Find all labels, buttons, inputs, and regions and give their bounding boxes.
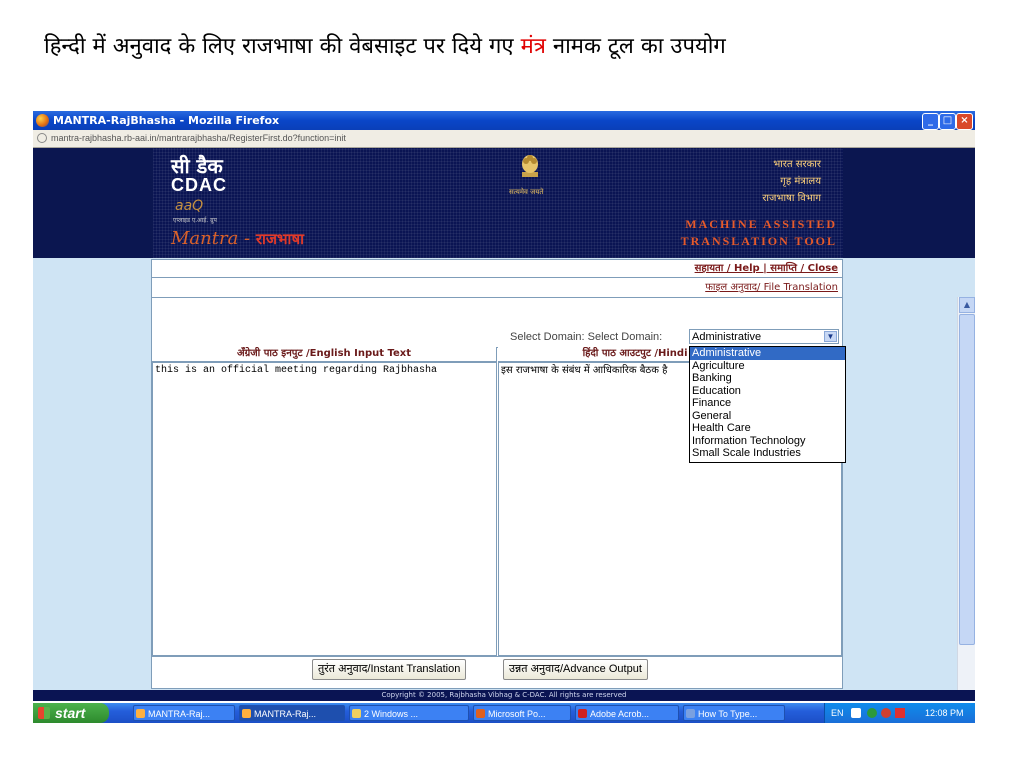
windows-flag-icon [38,707,50,719]
taskbar-item-label: MANTRA-Raj... [254,709,317,719]
advance-output-button[interactable]: उन्नत अनुवाद/Advance Output [503,659,648,680]
clock: 12:08 PM [925,708,964,718]
page-scrollbar[interactable]: ▲ ▼ [957,297,975,690]
emblem-caption: सत्यमेव जयते [509,188,544,196]
maximize-button[interactable]: □ [939,113,956,130]
close-button[interactable]: × [956,113,973,130]
window-title: MANTRA-RajBhasha - Mozilla Firefox [53,114,280,127]
banner-inner: सी डैक CDAC aaQ एप्लाइड ए.आई. ग्रुप सत्य… [153,148,843,258]
help-close-links[interactable]: सहायता / Help | समाप्ति / Close [695,263,838,274]
tagline-line-2: TRANSLATION TOOL [680,234,837,248]
window-titlebar[interactable]: MANTRA-RajBhasha - Mozilla Firefox _ □ × [33,111,975,130]
gov-line-3: राजभाषा विभाग [762,193,821,204]
file-translation-row: फाइल अनुवाद/ File Translation [152,279,842,298]
instant-translation-button[interactable]: तुरंत अनुवाद/Instant Translation [312,659,467,680]
document-icon [686,709,695,718]
nav-links-row: सहायता / Help | समाप्ति / Close [152,260,842,278]
mantra-logo: Mantra - राजभाषा [171,228,304,249]
domain-option[interactable]: Administrative [690,347,845,360]
taskbar-item-label: Microsoft Po... [488,709,546,719]
taskbar-item[interactable]: MANTRA-Raj... [133,705,235,721]
translation-panel: सहायता / Help | समाप्ति / Close फाइल अनु… [151,259,843,689]
domain-label: Select Domain: Select Domain: [510,331,663,343]
chevron-down-icon[interactable]: ▼ [824,331,837,342]
scroll-up-icon[interactable]: ▲ [959,297,975,313]
file-translation-link[interactable]: फाइल अनुवाद/ File Translation [705,282,842,293]
domain-dropdown-list[interactable]: Administrative Agriculture Banking Educa… [689,346,846,463]
slide-title: हिन्दी में अनुवाद के लिए राजभाषा की वेबस… [44,34,944,60]
taskbar-item[interactable]: Adobe Acrob... [575,705,679,721]
gov-line-1: भारत सरकार [773,159,821,170]
url-text[interactable]: mantra-rajbhasha.rb-aai.in/mantrarajbhas… [51,130,346,147]
taskbar-item[interactable]: 2 Windows ... [349,705,469,721]
help-icon[interactable] [851,708,861,718]
domain-row: Select Domain: Select Domain: Administra… [152,299,842,348]
input-header: अँग्रेजी पाठ इनपुट /English Input Text [152,347,497,362]
mantra-logo-hindi: राजभाषा [255,230,304,248]
globe-icon [37,133,47,143]
domain-option[interactable]: Small Scale Industries [690,447,845,460]
security-icon[interactable] [881,708,891,718]
firefox-icon [136,709,145,718]
domain-option[interactable]: Health Care [690,422,845,435]
domain-select[interactable]: Administrative ▼ [689,329,839,344]
aai-caption: एप्लाइड ए.आई. ग्रुप [173,217,217,224]
acrobat-icon [578,709,587,718]
minimize-button[interactable]: _ [922,113,939,130]
site-banner: सी डैक CDAC aaQ एप्लाइड ए.आई. ग्रुप सत्य… [33,148,975,258]
taskbar-item-label: How To Type... [698,709,758,719]
domain-selected-value: Administrative [692,331,762,343]
address-bar[interactable]: mantra-rajbhasha.rb-aai.in/mantrarajbhas… [33,130,975,148]
antivirus-icon[interactable] [895,708,905,718]
start-label: start [55,705,86,721]
folder-icon [352,709,361,718]
start-button[interactable]: start [33,703,109,723]
page-footer: Copyright © 2005, Rajbhasha Vibhag & C-D… [33,690,975,701]
taskbar-item-label: 2 Windows ... [364,709,419,719]
network-icon[interactable] [867,708,877,718]
scroll-thumb[interactable] [959,314,975,645]
slide-title-part1: हिन्दी में अनुवाद के लिए राजभाषा की वेबस… [44,34,521,59]
domain-option[interactable]: Information Technology [690,435,845,448]
aai-logo: aaQ [175,198,204,214]
language-indicator[interactable]: EN [831,703,844,723]
domain-option[interactable]: Banking [690,372,845,385]
domain-option[interactable]: Finance [690,397,845,410]
browser-window: MANTRA-RajBhasha - Mozilla Firefox _ □ ×… [33,111,975,701]
firefox-icon [36,114,49,127]
taskbar-item-label: Adobe Acrob... [590,709,650,719]
button-row: तुरंत अनुवाद/Instant Translation उन्नत अ… [152,656,842,689]
slide-title-part2: नामक टूल का उपयोग [545,34,726,59]
powerpoint-icon [476,709,485,718]
tagline-line-1: MACHINE ASSISTED [685,217,837,231]
domain-option[interactable]: General [690,410,845,423]
taskbar-item[interactable]: MANTRA-Raj... [239,705,345,721]
slide-title-highlight: मंत्र [520,34,546,59]
taskbar-item[interactable]: How To Type... [683,705,785,721]
taskbar-item[interactable]: Microsoft Po... [473,705,571,721]
national-emblem-icon [522,155,538,177]
windows-taskbar: start MANTRA-Raj... MANTRA-Raj... 2 Wind… [33,703,975,723]
taskbar-item-label: MANTRA-Raj... [148,709,211,719]
gov-line-2: गृह मंत्रालय [780,176,821,187]
domain-option[interactable]: Agriculture [690,360,845,373]
tool-tagline: MACHINE ASSISTED TRANSLATION TOOL [681,216,837,250]
english-input-textarea[interactable]: this is an official meeting regarding Ra… [152,362,497,656]
government-text: भारत सरकार गृह मंत्रालय राजभाषा विभाग [762,156,821,207]
cdac-logo: CDAC [171,175,227,195]
mantra-logo-text: Mantra - [171,228,256,249]
firefox-icon [242,709,251,718]
system-tray: EN 12:08 PM [824,703,975,723]
domain-option[interactable]: Education [690,385,845,398]
